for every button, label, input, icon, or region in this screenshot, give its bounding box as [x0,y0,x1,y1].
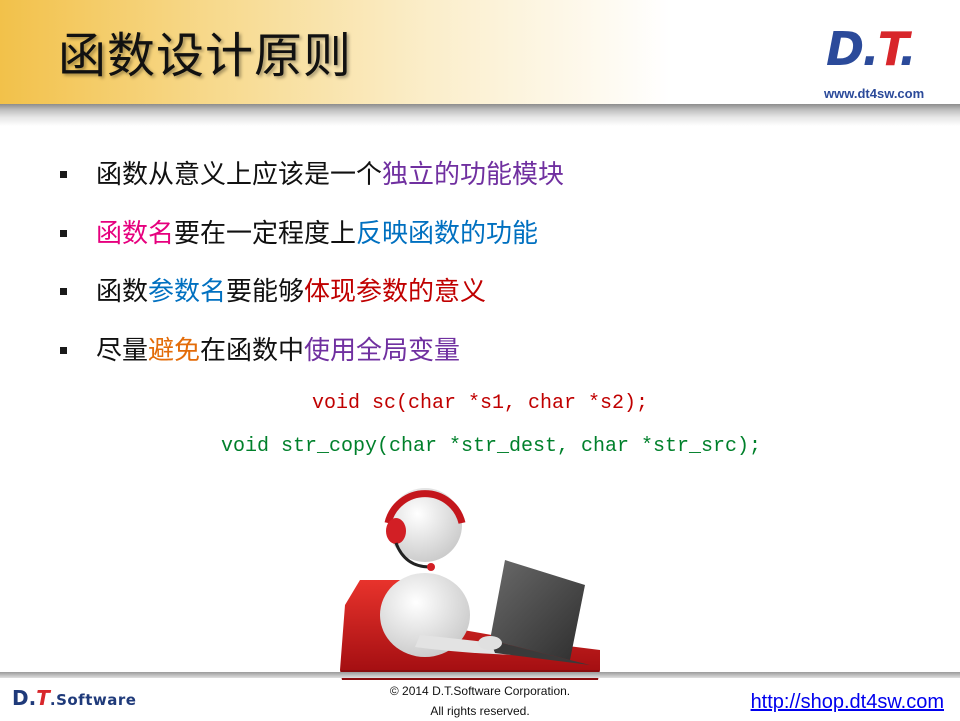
bullet-item: 函数从意义上应该是一个独立的功能模块 [60,156,920,215]
code-example-descriptive: void str_copy(char *str_dest, char *str_… [220,435,762,458]
bullet-square-icon [60,229,67,237]
footer-divider [0,672,960,678]
header-url: www.dt4sw.com [824,86,925,101]
bullet-square-icon [60,171,67,178]
bullet-text: 函数名要在一定程度上反映函数的功能 [96,218,539,249]
bullet-text: 尽量避免在函数中使用全局变量 [96,335,461,366]
bullet-square-icon [60,288,67,295]
header-divider [0,104,960,126]
bullet-item: 尽量避免在函数中使用全局变量 [60,332,920,391]
bullet-text: 函数参数名要能够体现参数的意义 [96,277,487,307]
shop-link[interactable]: http://shop.dt4sw.com [751,691,944,714]
bullet-text: 函数从意义上应该是一个独立的功能模块 [96,160,565,190]
bullet-list: 函数从意义上应该是一个独立的功能模块 函数名要在一定程度上反映函数的功能 函数参… [60,156,920,390]
bullet-item: 函数参数名要能够体现参数的意义 [60,273,920,332]
dt-logo: D.T. [826,22,917,76]
bullet-item: 函数名要在一定程度上反映函数的功能 [60,215,920,274]
code-example-short: void sc(char *s1, char *s2); [311,392,649,415]
bullet-square-icon [60,346,67,354]
slide-title: 函数设计原则 [58,28,353,84]
support-agent-illustration [340,488,600,680]
